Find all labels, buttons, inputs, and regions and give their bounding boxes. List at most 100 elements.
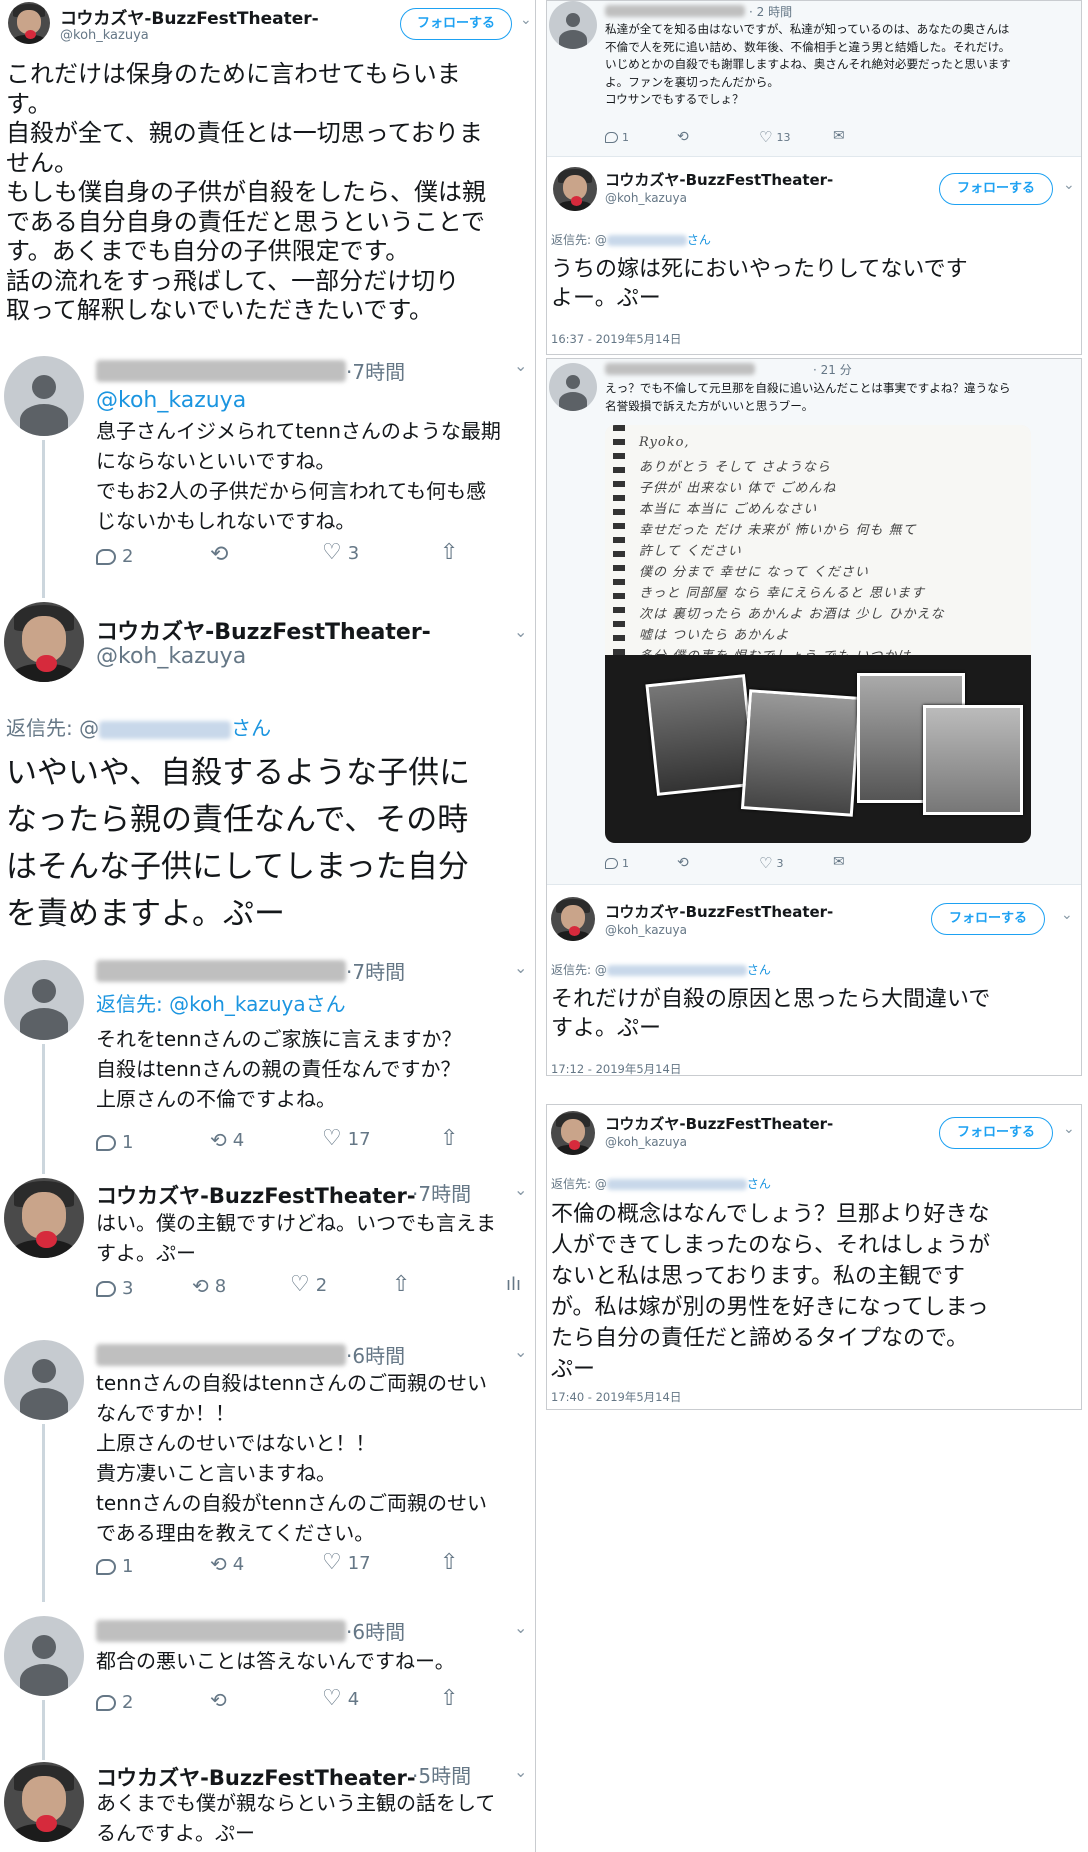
share-icon[interactable]: ⇧ bbox=[440, 540, 458, 565]
avatar[interactable] bbox=[4, 960, 84, 1040]
author-name[interactable]: コウカズヤ-BuzzFestTheater- bbox=[96, 1180, 416, 1210]
chevron-down-icon[interactable]: ⌄ bbox=[514, 1618, 527, 1637]
blurred-handle bbox=[606, 235, 687, 246]
reply-button[interactable]: 1 bbox=[605, 131, 629, 144]
analytics-icon[interactable]: ılı bbox=[506, 1274, 521, 1295]
chevron-down-icon[interactable]: ⌄ bbox=[514, 1762, 527, 1781]
avatar[interactable] bbox=[4, 1178, 84, 1258]
mention-link[interactable]: @koh_kazuya bbox=[96, 388, 246, 413]
avatar[interactable] bbox=[8, 2, 50, 44]
handwritten-line: 次は 裏切ったら あかんよ お酒は 少し ひかえな bbox=[639, 607, 945, 622]
chevron-down-icon[interactable]: ⌄ bbox=[514, 622, 527, 641]
like-button[interactable]: ♡ 2 bbox=[290, 1274, 327, 1296]
like-count: 3 bbox=[776, 856, 784, 870]
tweet-time: ·7時間 bbox=[412, 1182, 472, 1206]
retweet-button[interactable]: ⟲ 4 bbox=[210, 1552, 244, 1576]
author-handle[interactable]: @koh_kazuya bbox=[605, 1135, 687, 1149]
heart-icon: ♡ bbox=[322, 1686, 342, 1711]
retweet-icon: ⟲ bbox=[210, 1552, 227, 1576]
blurred-name bbox=[96, 1344, 346, 1366]
handwritten-line: 幸せだった だけ 未来が 怖いから 何も 無て bbox=[639, 523, 917, 538]
avatar[interactable] bbox=[4, 602, 84, 682]
author-name[interactable]: コウカズヤ-BuzzFestTheater- bbox=[96, 614, 431, 646]
reply-to[interactable]: 返信先: @koh_kazuyaさん bbox=[96, 988, 346, 1017]
letter-image[interactable]: Ryoko, ありがとう そして さようなら 子供が 出来ない 体で ごめんね 本当に… bbox=[605, 425, 1031, 843]
reply-button[interactable]: 3 bbox=[96, 1278, 133, 1299]
author-name[interactable]: コウカズヤ-BuzzFestTheater- bbox=[605, 1113, 833, 1134]
follow-button[interactable]: フォローする bbox=[939, 173, 1053, 205]
retweet-button[interactable]: ⟲ bbox=[210, 1688, 227, 1712]
author-handle[interactable]: @koh_kazuya bbox=[96, 644, 246, 669]
author-handle[interactable]: @koh_kazuya bbox=[60, 28, 149, 43]
chevron-down-icon[interactable]: ⌄ bbox=[1063, 1121, 1075, 1137]
avatar[interactable] bbox=[4, 1340, 84, 1420]
reply-button[interactable]: 2 bbox=[96, 1692, 133, 1713]
avatar[interactable] bbox=[553, 167, 597, 211]
avatar[interactable] bbox=[551, 897, 595, 941]
blurred-name bbox=[96, 960, 346, 982]
reply-button[interactable]: 2 bbox=[96, 546, 133, 567]
follow-button[interactable]: フォローする bbox=[400, 8, 512, 40]
chevron-down-icon[interactable]: ⌄ bbox=[520, 12, 532, 28]
follow-button[interactable]: フォローする bbox=[931, 903, 1045, 935]
tweet-text: それをtennさんのご家族に言えますか？ 自殺はtennさんの親の責任なんですか… bbox=[96, 1027, 462, 1111]
heart-icon: ♡ bbox=[759, 128, 773, 146]
handwritten-line: 僕の 分まで 幸せに なって ください bbox=[639, 565, 869, 580]
tweet-text: 私達が全てを知る由はないですが、私達が知っているのは、あなたの奥さんは 不倫で人… bbox=[605, 22, 1011, 106]
reply-icon bbox=[96, 1558, 116, 1575]
heart-icon: ♡ bbox=[322, 540, 342, 565]
retweet-icon[interactable]: ⟲ bbox=[677, 855, 689, 871]
handwritten-line: Ryoko, bbox=[639, 435, 690, 450]
handwritten-line: 許して ください bbox=[639, 544, 742, 559]
dm-icon[interactable]: ✉ bbox=[833, 854, 845, 870]
handwritten-line: きっと 同部屋 なら 幸にえらんると 思います bbox=[639, 586, 926, 601]
avatar[interactable] bbox=[551, 1111, 595, 1155]
follow-button[interactable]: フォローする bbox=[939, 1117, 1053, 1149]
dm-icon[interactable]: ✉ bbox=[833, 128, 845, 144]
author-name[interactable]: コウカズヤ-BuzzFestTheater- bbox=[605, 169, 833, 190]
screenshot-card-2: · 21 分 えっ？でも不倫して元旦那を自殺に追い込んだことは事実ですよね？違う… bbox=[546, 358, 1082, 1076]
retweet-count: 4 bbox=[232, 1553, 245, 1575]
author-name[interactable]: コウカズヤ-BuzzFestTheater- bbox=[60, 4, 319, 29]
avatar[interactable] bbox=[4, 1762, 84, 1842]
like-button[interactable]: ♡ 17 bbox=[322, 1552, 371, 1574]
retweet-button[interactable]: ⟲ bbox=[210, 542, 228, 567]
tweet-text: 息子さんイジメられてtennさんのような最期 にならないといいですね。 でもお2… bbox=[96, 419, 501, 533]
retweet-icon[interactable]: ⟲ bbox=[677, 129, 689, 145]
author-handle[interactable]: @koh_kazuya bbox=[605, 191, 687, 205]
quoted-tweet: · 21 分 えっ？でも不倫して元旦那を自殺に追い込んだことは事実ですよね？違う… bbox=[547, 359, 1081, 885]
chevron-down-icon[interactable]: ⌄ bbox=[514, 1180, 527, 1199]
chevron-down-icon[interactable]: ⌄ bbox=[1061, 907, 1073, 923]
heart-icon: ♡ bbox=[290, 1272, 310, 1297]
reply-icon bbox=[96, 548, 116, 565]
reply-button[interactable]: 1 bbox=[96, 1556, 133, 1577]
like-button[interactable]: ♡ 17 bbox=[322, 1128, 371, 1150]
author-name[interactable]: コウカズヤ-BuzzFestTheater- bbox=[605, 901, 833, 922]
handwritten-line: 嘘は ついたら あかんよ bbox=[639, 628, 790, 643]
share-icon[interactable]: ⇧ bbox=[440, 1550, 458, 1575]
retweet-button[interactable]: ⟲ 8 bbox=[192, 1274, 226, 1298]
reply-to: 返信先: @ さん bbox=[6, 712, 271, 741]
chevron-down-icon[interactable]: ⌄ bbox=[514, 1342, 527, 1361]
share-icon[interactable]: ⇧ bbox=[392, 1272, 410, 1297]
like-button[interactable]: ♡ 4 bbox=[322, 1688, 359, 1710]
avatar[interactable] bbox=[4, 356, 84, 436]
avatar[interactable] bbox=[4, 1616, 84, 1696]
retweet-button[interactable]: ⟲ 4 bbox=[210, 1128, 244, 1152]
tweet-text: いやいや、自殺するような子供に なったら親の責任なんで、その時 はそんな子供にし… bbox=[6, 755, 471, 932]
like-button[interactable]: ♡ 3 bbox=[759, 854, 783, 872]
reply-button[interactable]: 1 bbox=[96, 1132, 133, 1153]
share-icon[interactable]: ⇧ bbox=[440, 1686, 458, 1711]
tweet-text: うちの嫁は死においやったりしてないです よー。ぷー bbox=[551, 257, 968, 311]
chevron-down-icon[interactable]: ⌄ bbox=[514, 958, 527, 977]
like-button[interactable]: ♡ 3 bbox=[322, 542, 359, 564]
reply-button[interactable]: 1 bbox=[605, 857, 629, 870]
author-handle[interactable]: @koh_kazuya bbox=[605, 923, 687, 937]
chevron-down-icon[interactable]: ⌄ bbox=[514, 356, 527, 375]
avatar bbox=[549, 1, 597, 49]
share-icon[interactable]: ⇧ bbox=[440, 1126, 458, 1151]
like-button[interactable]: ♡ 13 bbox=[759, 128, 790, 146]
chevron-down-icon[interactable]: ⌄ bbox=[1063, 177, 1075, 193]
reply-icon bbox=[96, 1134, 116, 1151]
reply-to-suffix: さん bbox=[746, 963, 771, 977]
